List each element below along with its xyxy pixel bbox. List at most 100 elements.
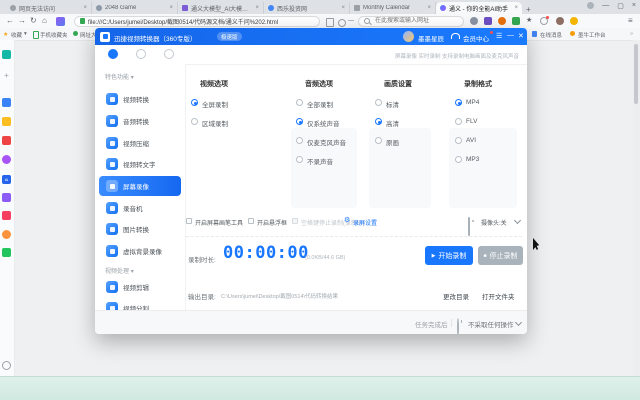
home-icon[interactable]: ⌂ — [42, 14, 47, 28]
radio-original[interactable] — [375, 137, 382, 144]
extension-fox-icon[interactable] — [498, 17, 506, 25]
dock-app-purple-icon[interactable] — [2, 155, 11, 164]
bookmarks-overflow-icon[interactable]: » — [630, 31, 633, 37]
camera-select[interactable]: 摄像头:关 — [481, 218, 507, 227]
radio-mp3[interactable] — [455, 156, 462, 163]
username[interactable]: 墨墨星辰 — [418, 33, 444, 43]
sidebar-item-virtual-bg-record[interactable]: 虚拟背景录像 — [99, 241, 181, 261]
dock-app-blue-icon[interactable] — [2, 98, 11, 107]
extensions-star-icon[interactable]: ★ — [526, 14, 532, 28]
sidebar-item-video-compress[interactable]: 视频压缩 — [99, 133, 181, 153]
radio-no-sound[interactable] — [296, 156, 303, 163]
member-center-link[interactable]: 会员中心 — [463, 33, 489, 43]
extension-purple-icon[interactable] — [484, 17, 492, 25]
dock-game-icon[interactable] — [2, 211, 11, 220]
radio-record-all[interactable] — [296, 99, 303, 106]
bookmark-right-2[interactable]: 墨牛工作台 — [578, 31, 606, 39]
radio-label[interactable]: 全部录制 — [307, 99, 333, 109]
dock-camera-icon[interactable] — [2, 230, 11, 239]
dock-app-red-icon[interactable] — [2, 136, 11, 145]
app-minimize-icon[interactable]: — — [507, 32, 514, 39]
url-text[interactable]: file:///C:/Users/jumei/Desktop/截图0514/代码… — [88, 17, 278, 26]
new-tab-button[interactable]: + — [526, 5, 531, 14]
radio-label[interactable]: 仅系统声音 — [307, 118, 340, 128]
app-menu-icon[interactable]: ☰ — [496, 32, 502, 40]
task-after-value[interactable]: 不采取任何操作 — [468, 319, 514, 329]
radio-mic-sound[interactable] — [296, 137, 303, 144]
radio-label[interactable]: 标清 — [386, 99, 399, 109]
bookmark-right-1[interactable]: 在线消息 — [540, 31, 562, 39]
dock-app-violet-icon[interactable] — [2, 193, 11, 202]
radio-label[interactable]: 区域录制 — [202, 118, 228, 128]
radio-label[interactable]: FLV — [466, 118, 477, 125]
radio-label[interactable]: 全屏录制 — [202, 99, 228, 109]
change-dir-link[interactable]: 更改目录 — [443, 291, 469, 301]
radio-label[interactable]: 不录声音 — [307, 156, 333, 166]
dock-app-star-icon[interactable] — [2, 117, 11, 126]
copy-page-icon[interactable] — [326, 18, 334, 27]
browser-tab-6-active[interactable]: 通义 - 你的全能AI助手 × — [436, 2, 522, 14]
quick-action-icon[interactable] — [338, 18, 346, 27]
back-icon[interactable]: ← — [6, 14, 14, 28]
bookmark-mobile[interactable]: 手机收藏夹 — [40, 31, 68, 39]
dock-app-green-icon[interactable] — [2, 248, 11, 257]
sidebar-item-video-split[interactable]: 视频分割 — [99, 298, 181, 310]
sidebar-section-processing[interactable]: 视频处理 ▾ — [105, 266, 134, 275]
sidebar-item-video-edit[interactable]: 视频剪辑 — [99, 277, 181, 297]
sidebar-item-audio-convert[interactable]: 音频转换 — [99, 111, 181, 131]
radio-sd[interactable] — [375, 99, 382, 106]
radio-mp4[interactable] — [455, 99, 462, 106]
profile-icon[interactable] — [587, 2, 595, 9]
browser-tab-5[interactable]: Monthly Calendar × — [350, 2, 436, 14]
address-bar[interactable]: file:///C:/Users/jumei/Desktop/截图0514/代码… — [74, 15, 320, 27]
dock-ai-icon[interactable]: Ai — [2, 175, 11, 184]
maximize-button[interactable]: ▢ — [617, 2, 624, 10]
start-record-button[interactable]: ▶ 开始录制 — [425, 246, 473, 265]
browser-tab-4[interactable]: 西乐投资网 × — [264, 2, 350, 14]
headset-icon[interactable] — [451, 33, 460, 39]
extension-brown-icon[interactable] — [556, 17, 564, 25]
radio-system-sound[interactable] — [296, 118, 303, 125]
browser-app-icon[interactable] — [56, 17, 65, 26]
tab-close-icon[interactable]: × — [427, 5, 431, 11]
browser-tab-2[interactable]: 2048 Game × — [92, 2, 178, 14]
sidebar-item-video-convert[interactable]: 视频转换 — [99, 89, 181, 109]
radio-flv[interactable] — [455, 118, 462, 125]
sidebar-item-voice-recorder[interactable]: 录音机 — [99, 198, 181, 218]
tab-close-icon[interactable]: × — [169, 5, 173, 11]
tab-close-icon[interactable]: × — [341, 5, 345, 11]
extension-green-icon[interactable] — [512, 17, 520, 25]
checkbox-floating-bar[interactable] — [248, 218, 254, 224]
checkbox-screen-pen[interactable] — [186, 218, 192, 224]
sidebar-item-image-convert[interactable]: 图片转换 — [99, 219, 181, 239]
radio-label[interactable]: 原画 — [386, 137, 399, 147]
tab-close-icon[interactable]: × — [255, 5, 259, 11]
radio-hd[interactable] — [375, 118, 382, 125]
browser-menu-icon[interactable]: ≡ — [628, 14, 633, 28]
radio-label[interactable]: MP4 — [466, 99, 479, 106]
checkbox-label[interactable]: 开启悬浮框 — [257, 218, 287, 227]
tab-close-icon[interactable]: × — [83, 5, 87, 11]
task-chevron-down-icon[interactable] — [514, 318, 523, 327]
camera-chevron-down-icon[interactable] — [513, 216, 522, 225]
radio-label[interactable]: AVI — [466, 137, 476, 144]
dock-add-icon[interactable]: + — [2, 71, 11, 80]
app-close-icon[interactable]: ✕ — [518, 32, 524, 40]
checkbox-label[interactable]: 开启屏幕画笔工具 — [195, 218, 243, 227]
bookmark-fav-label[interactable]: 收藏 — [11, 31, 22, 39]
sidebar-item-screen-record[interactable]: 屏幕录像 — [99, 176, 181, 196]
tab-close-icon[interactable]: × — [514, 5, 518, 11]
extension-user-icon[interactable] — [470, 17, 478, 25]
radio-fullscreen[interactable] — [191, 99, 198, 106]
page-scrollbar-thumb[interactable] — [634, 44, 638, 104]
radio-avi[interactable] — [455, 137, 462, 144]
toolbar-search[interactable] — [358, 15, 464, 27]
close-button[interactable]: × — [632, 2, 636, 10]
bookmark-caret-icon[interactable]: ▾ — [24, 31, 27, 37]
stop-record-button[interactable]: ■ 停止录制 — [478, 246, 523, 265]
app-titlebar[interactable]: 迅捷视频转换器（360专版） 极速版 墨墨星辰 会员中心 ☰ — ✕ — [95, 28, 527, 45]
bookmark-star-icon[interactable]: ★ — [3, 31, 8, 38]
dock-home-icon[interactable] — [2, 50, 11, 59]
radio-region[interactable] — [191, 118, 198, 125]
record-settings-link[interactable]: 录屏设置 — [353, 218, 377, 227]
